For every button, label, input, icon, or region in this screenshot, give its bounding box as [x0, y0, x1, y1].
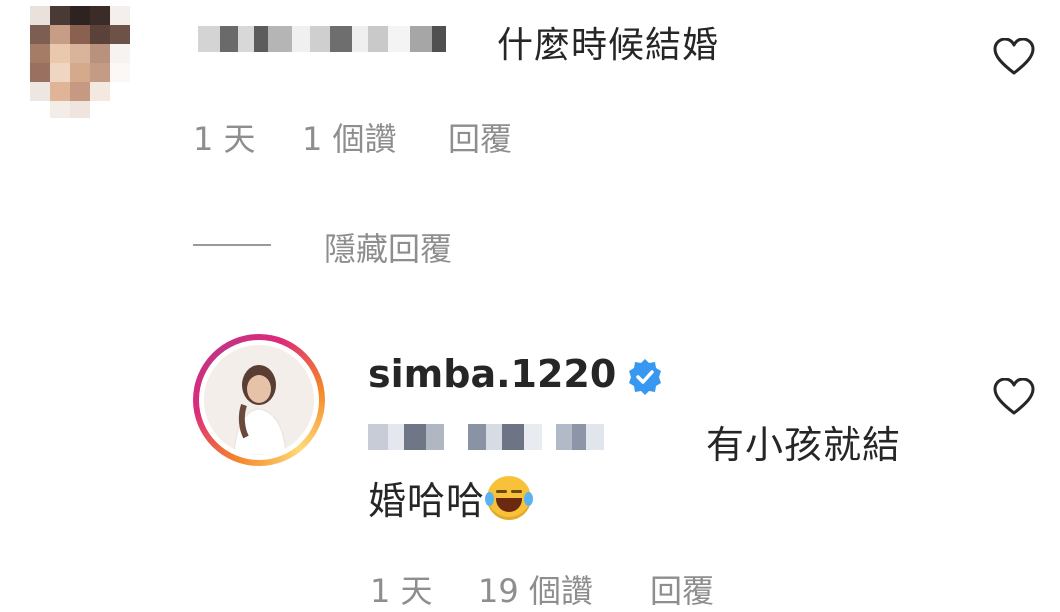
verified-badge-icon	[629, 359, 661, 395]
reply-author-username[interactable]: simba.1220	[368, 352, 616, 396]
reply-like-count[interactable]: 19 個讚	[478, 566, 593, 612]
reply-reply-button[interactable]: 回覆	[650, 566, 714, 612]
hide-replies-button[interactable]: 隱藏回覆	[324, 224, 452, 270]
comment-text: 什麼時候結婚	[497, 25, 720, 66]
reply-text-tail: 婚哈哈	[368, 479, 486, 523]
hide-replies-divider	[193, 244, 271, 246]
reply-text-line-2: 婚哈哈	[368, 470, 534, 525]
avatar-photo	[204, 345, 314, 455]
comment-like-count[interactable]: 1 個讚	[302, 114, 397, 160]
comment-timestamp[interactable]: 1 天	[193, 114, 256, 160]
commenter-avatar-pixelated[interactable]	[30, 6, 130, 118]
commenter-username-blurred[interactable]	[198, 26, 446, 52]
reply-author-avatar[interactable]	[193, 334, 325, 466]
mentioned-username-blurred[interactable]	[368, 424, 614, 450]
heart-outline-icon[interactable]	[993, 378, 1035, 416]
reply-text-line-1: 有小孩就結	[706, 423, 902, 467]
comment-reply-button[interactable]: 回覆	[448, 114, 512, 160]
reply-timestamp[interactable]: 1 天	[370, 566, 433, 612]
tears-of-joy-emoji-icon	[485, 476, 534, 520]
heart-outline-icon[interactable]	[993, 38, 1035, 76]
